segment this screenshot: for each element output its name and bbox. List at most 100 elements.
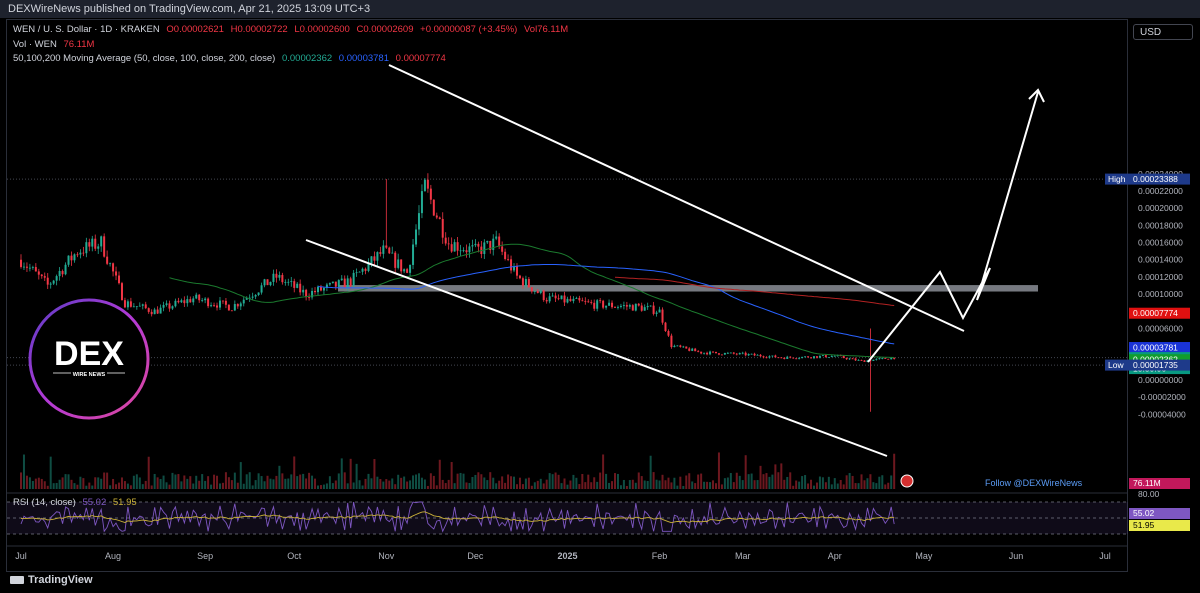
candle-body xyxy=(79,252,82,255)
volume-bar xyxy=(373,459,376,489)
volume-bar xyxy=(269,478,272,489)
candle-body xyxy=(608,302,611,306)
candle-body xyxy=(887,358,890,360)
volume-bar xyxy=(314,478,317,489)
volume-bar xyxy=(456,473,459,489)
volume-bar xyxy=(444,483,447,489)
volume-bar xyxy=(334,480,337,489)
volume-bar xyxy=(379,479,382,489)
ma-legend-label: 50,100,200 Moving Average (50, close, 10… xyxy=(13,53,276,64)
volume-bar xyxy=(183,475,186,489)
volume-bar xyxy=(501,476,504,489)
volume-bar xyxy=(720,484,723,489)
volume-bar xyxy=(608,482,611,489)
candle-body xyxy=(25,266,28,268)
volume-bar xyxy=(521,484,524,489)
candle-body xyxy=(254,294,257,297)
candle-body xyxy=(423,179,426,192)
candle-body xyxy=(471,245,474,247)
volume-bar xyxy=(628,480,631,489)
candle-body xyxy=(412,244,415,265)
volume-bar xyxy=(319,485,322,489)
volume-bar xyxy=(786,476,789,489)
x-tick-label: Sep xyxy=(197,551,213,561)
volume-bar xyxy=(207,476,210,489)
volume-bar xyxy=(510,476,513,489)
candle-body xyxy=(263,279,266,286)
candle-body xyxy=(195,294,198,299)
volume-bar xyxy=(25,475,28,489)
volume-bar xyxy=(287,478,290,489)
candle-body xyxy=(709,351,712,355)
candle-body xyxy=(753,353,756,356)
candle-body xyxy=(804,356,807,358)
volume-bar xyxy=(682,485,685,489)
volume-bar xyxy=(726,477,729,489)
chart-canvas[interactable]: 0.000240000.000220000.000200000.00018000… xyxy=(0,0,1200,593)
volume-bar xyxy=(109,485,112,489)
candle-body xyxy=(477,243,480,247)
candle-body xyxy=(729,352,732,354)
candle-body xyxy=(201,300,204,301)
volume-bar xyxy=(135,474,138,489)
volume-bar xyxy=(854,483,857,489)
volume-bar xyxy=(358,480,361,489)
volume-label-text: 76.11M xyxy=(1133,478,1161,488)
candle-body xyxy=(456,242,459,251)
candle-body xyxy=(578,297,581,301)
volume-bar xyxy=(82,478,85,489)
volume-bar xyxy=(447,479,450,489)
tradingview-brand: TradingView xyxy=(10,574,93,586)
candle-body xyxy=(605,305,608,308)
volume-bar xyxy=(622,479,625,489)
volume-bar xyxy=(839,480,842,489)
volume-bar xyxy=(415,474,418,489)
volume-bar xyxy=(340,458,343,489)
candle-body xyxy=(364,268,367,271)
volume-bar xyxy=(180,481,183,489)
candle-body xyxy=(159,307,162,314)
candle-body xyxy=(518,275,521,279)
volume-bar xyxy=(31,480,34,489)
candle-body xyxy=(726,352,729,354)
candle-body xyxy=(590,302,593,303)
candle-body xyxy=(533,291,536,292)
candle-body xyxy=(563,295,566,303)
volume-bar xyxy=(539,478,542,489)
candle-body xyxy=(504,251,507,259)
candle-body xyxy=(20,259,22,267)
candle-body xyxy=(807,356,810,358)
candle-body xyxy=(845,357,848,360)
candle-body xyxy=(186,299,189,304)
volume-bar xyxy=(670,482,673,489)
candle-body xyxy=(706,352,709,355)
volume-bar xyxy=(557,474,560,489)
volume-bar xyxy=(818,476,821,489)
volume-bar xyxy=(780,463,783,489)
volume-bar xyxy=(293,456,296,489)
volume-bar xyxy=(640,476,643,489)
y-tick-label: 0.00020000 xyxy=(1138,203,1183,213)
volume-bar xyxy=(569,480,572,489)
volume-bar xyxy=(343,472,346,489)
volume-bar xyxy=(94,477,97,489)
currency-selector[interactable]: USD xyxy=(1133,24,1193,40)
volume-bar xyxy=(551,474,554,489)
candle-body xyxy=(236,304,239,307)
candle-body xyxy=(409,264,412,273)
volume-bar xyxy=(227,477,230,489)
volume-bar xyxy=(563,478,566,489)
rsi-legend-label: RSI (14, close) xyxy=(13,497,76,508)
candle-body xyxy=(278,274,281,278)
volume-bar xyxy=(741,480,744,489)
x-tick-label: Feb xyxy=(652,551,668,561)
candle-body xyxy=(863,360,866,362)
candle-body xyxy=(447,243,450,245)
candle-body xyxy=(789,356,792,358)
volume-bar xyxy=(732,482,735,489)
candle-body xyxy=(507,258,510,260)
candle-body xyxy=(183,300,186,304)
candle-body xyxy=(768,356,771,358)
volume-bar xyxy=(774,464,777,489)
candle-body xyxy=(109,263,112,265)
